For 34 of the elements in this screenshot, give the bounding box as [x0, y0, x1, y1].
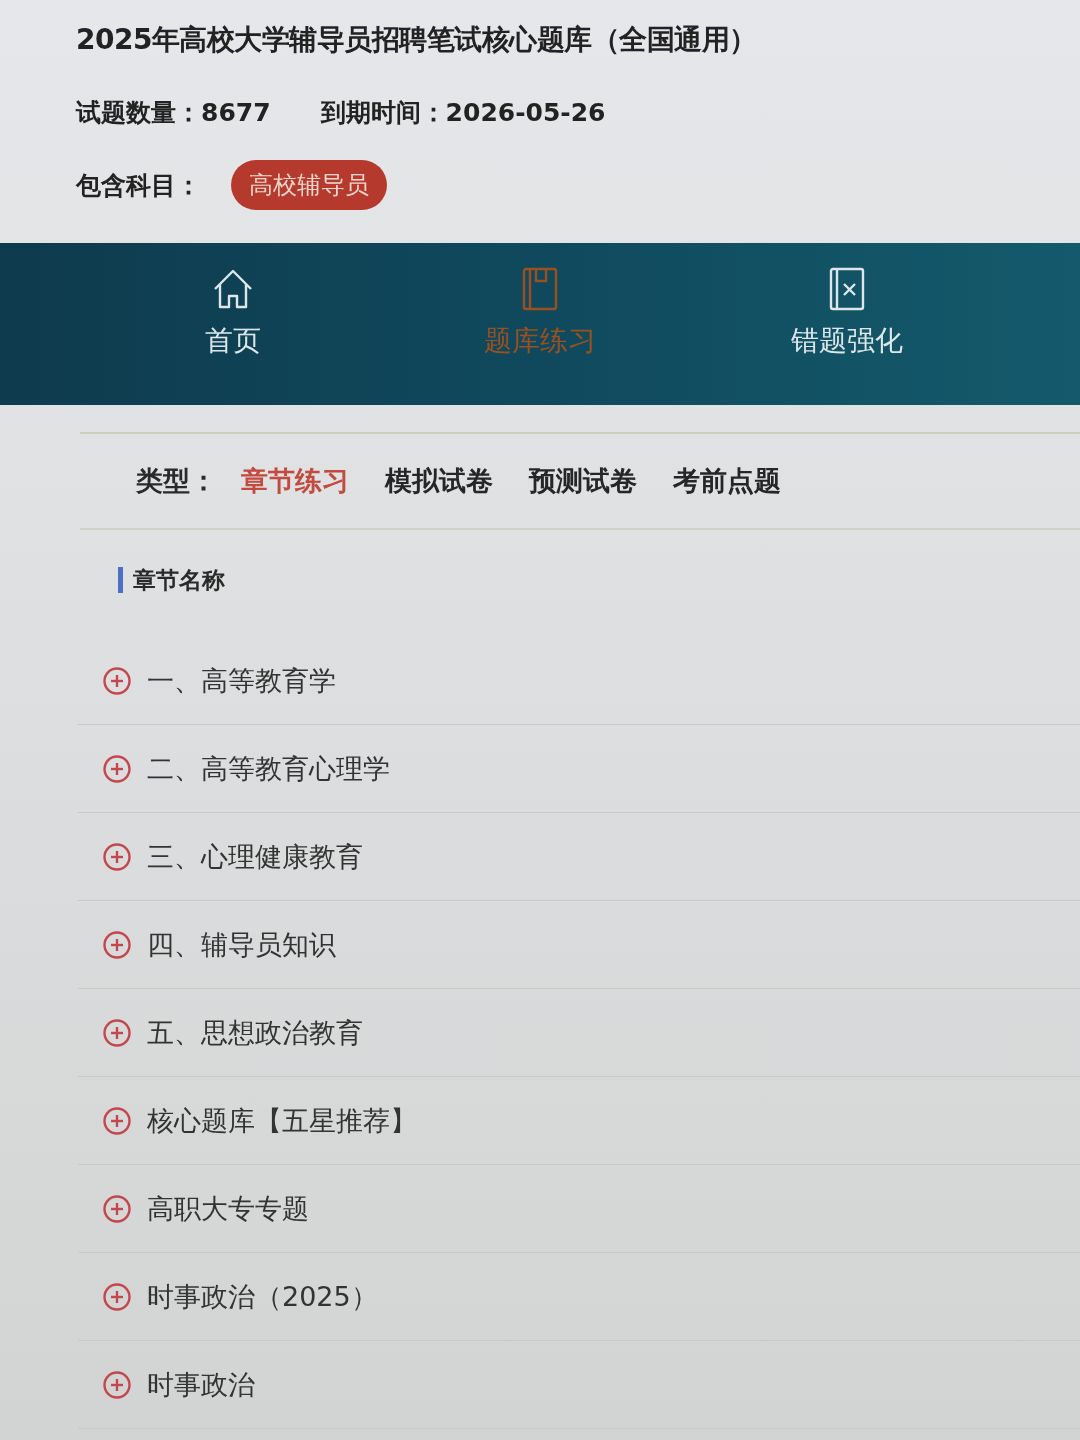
chapter-title[interactable]: 核心题库【五星推荐】	[147, 1102, 417, 1139]
expand-icon[interactable]	[103, 754, 131, 783]
chapter-title[interactable]: 二、高等教育心理学	[147, 750, 390, 787]
chapter-title[interactable]: 时事政治	[147, 1366, 255, 1403]
chapter-title[interactable]: 高职大专专题	[147, 1190, 309, 1227]
expand-icon[interactable]	[103, 930, 131, 959]
expiry-label: 到期时间：	[320, 98, 446, 127]
expand-icon[interactable]	[103, 842, 131, 871]
heading-marker-icon	[118, 567, 123, 593]
question-count-value: 8677	[201, 98, 271, 127]
section-heading: 章节名称	[133, 566, 225, 595]
chapter-title[interactable]: 三、心理健康教育	[147, 838, 363, 875]
chapter-title[interactable]: 一、高等教育学	[147, 662, 336, 699]
type-tab[interactable]: 预测试卷	[529, 463, 637, 499]
expand-icon[interactable]	[103, 1370, 131, 1399]
expand-icon[interactable]	[103, 1018, 131, 1047]
nav-tab[interactable]: 错题强化	[790, 267, 903, 359]
nav-tab[interactable]: 首页	[205, 267, 262, 359]
subject-tag: 高校辅导员	[231, 160, 387, 210]
type-tab[interactable]: 模拟试卷	[385, 463, 493, 499]
subjects-label: 包含科目：	[76, 169, 201, 202]
page-title: 2025年高校大学辅导员招聘笔试核心题库（全国通用）	[76, 22, 758, 58]
chapter-title[interactable]: 五、思想政治教育	[147, 1014, 363, 1051]
chapter-title[interactable]: 四、辅导员知识	[147, 926, 336, 963]
type-tab[interactable]: 章节练习	[241, 463, 349, 499]
expand-icon[interactable]	[103, 666, 131, 695]
chapter-title[interactable]: 时事政治（2025）	[147, 1278, 378, 1315]
expand-icon[interactable]	[103, 1282, 131, 1311]
type-label: 类型：	[136, 464, 217, 498]
expand-icon[interactable]	[103, 1194, 131, 1223]
expand-icon[interactable]	[103, 1106, 131, 1135]
expiry-value: 2026-05-26	[445, 98, 606, 127]
type-tab[interactable]: 考前点题	[673, 463, 781, 499]
question-count-label: 试题数量：	[76, 98, 201, 127]
